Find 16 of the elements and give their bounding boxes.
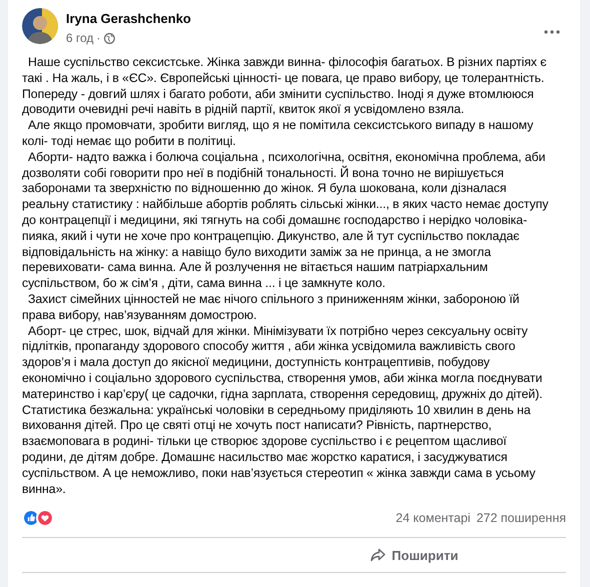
- post-paragraph: Аборт- це стрес, шок, відчай для жінки. Мінімізувати їх потрібно через сексуальну освіту підлітків, пропаганду здорового способу життя , аби жінка усвідомила важливість свого здоров’я і мала доступ до якісної медицини, доступність контрацептивів, побудову економічно і соціально здорового суспільства, створення умов, аби жінка могла поєднувати материнство і кар’єру( це садочки, гідна зарплата, створення середовищ, дружніх до дітей). Статистика безжальна: українські чоловіки в середньому приділяють 10 хвилин в день на виховання дітей. Про це святі отці не хочуть пост написати? Рівність, партнерство, взаємоповага в родині- тільки це створює здорове суспільство і є рецептом щасливої родини, де дітям добре. Домашнє насильство має жорстко каратися, і засуджуватися суспільством. А це неможливо, поки нав’язується стереотип « жінка завжди сама в усьому винна».: [22, 324, 544, 498]
- separator-dot: ·: [96, 30, 101, 47]
- post-paragraph: Захист сімейних цінностей не має нічого спільного з приниженням жінки, забороною їй права вибору, нав’язуванням домострою.: [22, 292, 520, 324]
- post-paragraph: Аборти- надто важка і болюча соціальна , психологічна, освітня, економічна проблема, аби дозволяти собі говорити про неї в подібній тональності. Й вона точно не вирішується заборонами та зверхністю по відношенню до жінок. Я була шокована, коли дізналася реальну статистику : найбільше абортів роблять сільські жінки..., в яких часто немає доступу до контрацепції і медицини, які тягнуть на собі домашнє господарство і нерідко чоловіка- пияка, який і чути не хоче про контрацепцію. Дикунство, але й тут суспільство покладає відповідальність на жінку: а навіщо було виходити заміж за не принца, а не змогла перевиховати- сама винна. Але й розлучення не вітається нашим патріархальним суспільством, бо ж сім’я , діти, сама винна ... і це замкнуте коло.: [22, 150, 550, 292]
- comment-count[interactable]: 24 коментарі: [396, 508, 470, 528]
- share-count[interactable]: 272 поширення: [476, 508, 566, 528]
- author-name[interactable]: Iryna Gerashchenko: [66, 11, 536, 27]
- heart-icon: [36, 509, 54, 528]
- post-time[interactable]: 6 год: [66, 29, 94, 47]
- more-options-icon[interactable]: [544, 30, 560, 34]
- share-button[interactable]: Поширити: [360, 542, 468, 568]
- post-paragraph: Але якщо промовчати, зробити вигляд, що я не помітила сексистського випаду в нашому колі- тоді немає що робити в політиці.: [22, 118, 534, 150]
- share-icon: [370, 548, 386, 562]
- globe-icon: [104, 32, 115, 44]
- avatar[interactable]: [22, 8, 58, 44]
- post-paragraph: Наше суспільство сексистське. Жінка завжди винна- філософія багатьох. В різних партіях є такі . На жаль, і в «ЄС». Європейські цінності- це повага, це право вибору, це толерантність. Попереду - довгий шлях і багато роботи, аби змінити суспільство. Іноді я дуже втомлююся доводити очевидні речі навіть в рідній партії, квиток якої я усвідомлено взяла.: [22, 55, 548, 118]
